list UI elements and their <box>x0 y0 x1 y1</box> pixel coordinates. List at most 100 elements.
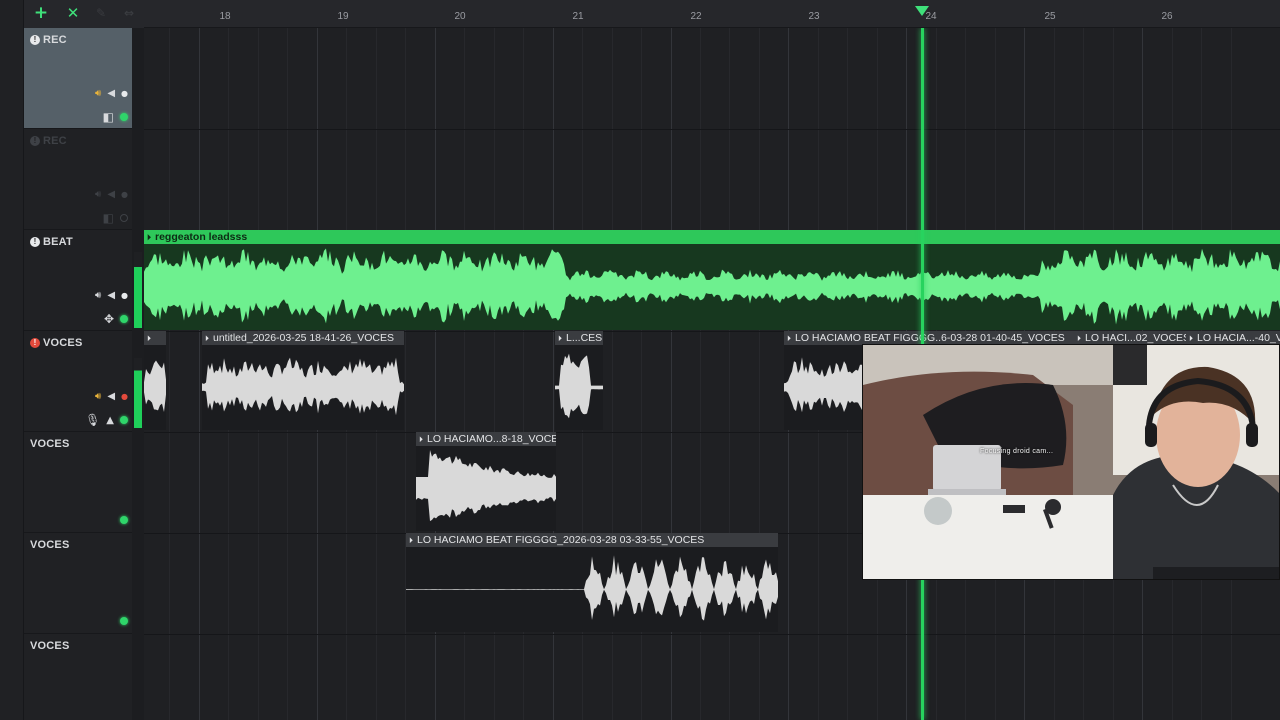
track-name: ! REC <box>30 135 67 147</box>
track-header-voces[interactable]: VOCES <box>24 634 132 720</box>
track-controls: 🔊︎ ◀ ● <box>95 88 128 99</box>
waveform <box>406 555 778 621</box>
speaker-icon[interactable]: 🔊︎ <box>95 391 101 402</box>
link-icon[interactable]: ⇔ <box>120 4 138 22</box>
grid-line <box>198 28 200 720</box>
ruler-bar-label: 19 <box>337 11 349 22</box>
track-controls-2: ✥ <box>104 312 128 326</box>
waveform <box>416 450 556 522</box>
brush-icon[interactable]: ✎ <box>92 4 110 22</box>
audio-clip-voces[interactable]: ⏵ <box>144 331 166 430</box>
track-enable-led[interactable] <box>120 113 128 121</box>
clip-title: ⏵ <box>144 331 166 345</box>
clip-title: ⏵ reggeaton leadsss <box>144 230 1280 244</box>
waveform-shape <box>202 357 404 416</box>
audio-clip-beat[interactable]: ⏵ reggeaton leadsss <box>144 230 1280 330</box>
move-icon[interactable]: ✥ <box>104 312 114 326</box>
audio-clip-voces[interactable]: ⏵ L...CES <box>555 331 603 430</box>
monitor-icon[interactable]: ◧ <box>103 110 114 124</box>
waveform-shape <box>406 555 778 621</box>
ruler-bar-label: 23 <box>808 11 820 22</box>
track-header-voces-rec[interactable]: ! VOCES 🔊︎ ◀ ● 🎙︎ ▲ <box>24 331 132 432</box>
playhead-marker[interactable] <box>915 6 929 16</box>
timeline-ruler[interactable]: 18 19 20 21 22 23 24 25 26 <box>144 0 1280 28</box>
track-controls-2 <box>120 516 128 524</box>
track-enable-led[interactable] <box>120 214 128 222</box>
waveform-shape <box>144 360 166 412</box>
record-arm-icon[interactable]: ! <box>30 136 40 146</box>
track-name: VOCES <box>30 539 70 551</box>
ruler-bar-label: 25 <box>1044 11 1056 22</box>
voces-level-meter <box>134 358 142 428</box>
track-header-voces[interactable]: VOCES <box>24 432 132 533</box>
record-dot-icon[interactable]: ● <box>121 89 128 98</box>
track-enable-led[interactable] <box>120 516 128 524</box>
record-dot-icon[interactable]: ● <box>121 190 128 199</box>
microphone-icon[interactable]: 🎙︎ <box>85 413 100 427</box>
playlist-toolbar: + ✕ ✎ ⇔ <box>24 0 144 28</box>
audio-clip-voces[interactable]: ⏵ LO HACIAMO BEAT FIGGGG_2026-03-28 03-33… <box>406 533 778 632</box>
waveform-shape <box>416 450 556 522</box>
clip-title: ⏵ L...CES <box>555 331 603 345</box>
x-icon[interactable]: ✕ <box>64 4 82 22</box>
webcam-scene <box>863 345 1279 579</box>
track-header-rec-disabled[interactable]: ! REC 🔊︎ ◀ ● ◧ <box>24 129 132 230</box>
waveform-shape <box>144 248 1280 325</box>
daw-window: + ✕ ✎ ⇔ 18 19 20 21 22 23 24 25 26 ! REC… <box>0 0 1280 720</box>
record-arm-icon[interactable]: ! <box>30 35 40 45</box>
track-name: VOCES <box>30 640 70 652</box>
clip-title: ⏵ untitled_2026-03-25 18-41-26_VOCES <box>202 331 404 345</box>
mute-icon[interactable]: ◀ <box>107 189 115 200</box>
track-controls-2: ◧ <box>103 211 128 225</box>
clip-title: ⏵ LO HACIAMO...8-18_VOCES <box>416 432 556 446</box>
ruler-bar-label: 18 <box>219 11 231 22</box>
ruler-bar-label: 26 <box>1161 11 1173 22</box>
left-strip <box>0 0 24 720</box>
mute-icon[interactable]: ◀ <box>107 88 115 99</box>
audio-clip-voces[interactable]: ⏵ untitled_2026-03-25 18-41-26_VOCES <box>202 331 404 430</box>
clip-title: ⏵ LO HACIAMO BEAT FIGGGG..6-03-28 01-40-4… <box>784 331 1074 345</box>
track-controls-2 <box>120 617 128 625</box>
track-name: ! VOCES <box>30 337 83 349</box>
track-controls: 🔊︎ ◀ ● <box>95 290 128 301</box>
mute-icon[interactable]: ◀ <box>107 290 115 301</box>
clip-title: ⏵LO HACIA...-40_VOCES <box>1186 331 1280 345</box>
waveform-shape <box>555 353 603 419</box>
plus-icon[interactable]: + <box>32 3 50 23</box>
track-controls: 🔊︎ ◀ ● <box>95 391 128 402</box>
record-arm-icon[interactable]: ! <box>30 237 40 247</box>
track-header-beat[interactable]: ! BEAT 🔊︎ ◀ ● ✥ <box>24 230 132 331</box>
ruler-bar-label: 22 <box>690 11 702 22</box>
webcam-caption: Focusing droid cam... <box>980 448 1054 455</box>
track-controls: 🔊︎ ◀ ● <box>95 189 128 200</box>
lane-divider <box>144 129 1280 130</box>
triangle-up-icon[interactable]: ▲ <box>106 415 114 426</box>
speaker-icon[interactable]: 🔊︎ <box>95 290 101 301</box>
speaker-icon[interactable]: 🔊︎ <box>95 88 101 99</box>
track-headers: ! REC 🔊︎ ◀ ● ◧ ! REC 🔊︎ ◀ ● ◧ ! BEAT 🔊︎ … <box>24 28 132 720</box>
lane-divider <box>144 634 1280 635</box>
clip-title: ⏵ LO HACI...02_VOCES <box>1074 331 1186 345</box>
speaker-icon[interactable]: 🔊︎ <box>95 189 101 200</box>
record-arm-icon[interactable]: ! <box>30 338 40 348</box>
record-dot-icon[interactable]: ● <box>121 392 128 401</box>
track-enable-led[interactable] <box>120 315 128 323</box>
webcam-overlay <box>862 344 1280 580</box>
beat-level-meter <box>134 252 142 328</box>
track-enable-led[interactable] <box>120 617 128 625</box>
track-enable-led[interactable] <box>120 416 128 424</box>
ruler-bar-label: 20 <box>454 11 466 22</box>
track-header-rec[interactable]: ! REC 🔊︎ ◀ ● ◧ <box>24 28 132 129</box>
record-dot-icon[interactable]: ● <box>121 291 128 300</box>
monitor-icon[interactable]: ◧ <box>103 211 114 225</box>
track-name: VOCES <box>30 438 70 450</box>
audio-clip-voces[interactable]: ⏵ LO HACIAMO...8-18_VOCES <box>416 432 556 531</box>
track-name: ! BEAT <box>30 236 73 248</box>
waveform <box>202 357 404 416</box>
ruler-bar-label: 21 <box>572 11 584 22</box>
track-header-voces[interactable]: VOCES <box>24 533 132 634</box>
mute-icon[interactable]: ◀ <box>107 391 115 402</box>
track-name: ! REC <box>30 34 67 46</box>
track-controls-2: ◧ <box>103 110 128 124</box>
waveform <box>144 360 166 412</box>
